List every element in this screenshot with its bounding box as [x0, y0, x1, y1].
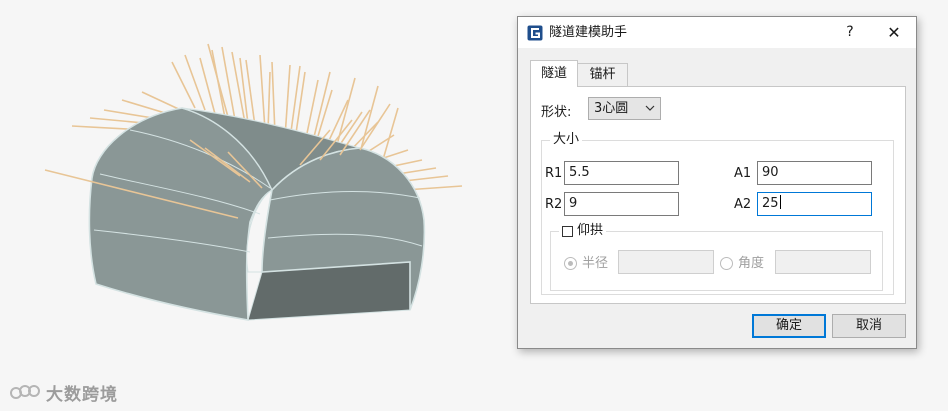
rock-bolt — [271, 61, 276, 135]
r1-label: R1 — [545, 166, 563, 181]
r2-value: 9 — [569, 196, 578, 211]
angle-input[interactable] — [775, 250, 871, 274]
rock-bolt — [267, 71, 271, 132]
radius-radio-dot — [568, 261, 573, 266]
tab-rock-bolt[interactable]: 锚杆 — [578, 63, 628, 87]
rock-bolt — [334, 77, 356, 153]
invert-arch-groupbox: 仰拱 半径 角度 — [550, 223, 883, 291]
r2-input[interactable]: 9 — [564, 192, 679, 216]
dialog-titlebar[interactable]: 隧道建模助手 ? ✕ — [518, 17, 916, 48]
a2-input[interactable]: 25 — [757, 192, 872, 216]
close-button[interactable]: ✕ — [872, 17, 916, 48]
watermark: 大数跨境 — [8, 380, 118, 405]
radius-radio[interactable] — [564, 257, 577, 270]
watermark-text: 大数跨境 — [46, 385, 118, 405]
r1-input[interactable]: 5.5 — [564, 161, 679, 185]
invert-arch-label: 仰拱 — [577, 223, 604, 238]
shape-dropdown[interactable]: 3心圆 — [588, 97, 661, 120]
size-groupbox: 大小 R1 5.5 A1 90 R2 9 A2 25 仰拱 半径 角度 — [541, 132, 894, 295]
a1-label: A1 — [734, 166, 752, 181]
app-logo-icon — [527, 25, 543, 41]
invert-arch-checkbox[interactable] — [562, 225, 573, 237]
text-caret — [779, 195, 781, 209]
a2-label: A2 — [734, 197, 752, 212]
r2-label: R2 — [545, 197, 563, 212]
a1-value: 90 — [762, 165, 779, 180]
help-button[interactable]: ? — [832, 17, 868, 48]
dialog-title: 隧道建模助手 — [549, 25, 628, 40]
angle-radio[interactable] — [720, 257, 733, 270]
shape-label: 形状: — [541, 105, 572, 120]
rock-bolt — [289, 65, 301, 140]
rock-bolt — [294, 71, 306, 141]
tunnel-modeling-dialog: 隧道建模助手 ? ✕ 隧道 锚杆 形状: 3心圆 大小 R1 5.5 A1 90… — [517, 16, 917, 349]
radius-label: 半径 — [582, 256, 609, 271]
chevron-down-icon — [645, 105, 655, 111]
rock-bolt — [171, 61, 196, 109]
rock-bolt — [284, 64, 291, 138]
tab-tunnel[interactable]: 隧道 — [530, 60, 578, 87]
rock-bolt — [199, 57, 216, 115]
ok-button[interactable]: 确定 — [752, 314, 826, 338]
radius-input[interactable] — [618, 250, 714, 274]
tunnel-tab-panel: 形状: 3心圆 大小 R1 5.5 A1 90 R2 9 A2 25 仰拱 半径… — [530, 86, 906, 304]
rock-bolt — [207, 43, 229, 118]
size-group-legend: 大小 — [550, 132, 583, 148]
rock-bolt — [359, 103, 391, 151]
cancel-button[interactable]: 取消 — [832, 314, 906, 338]
shape-selected-value: 3心圆 — [594, 101, 629, 116]
watermark-logo-icon — [10, 384, 40, 399]
a1-input[interactable]: 90 — [757, 161, 872, 185]
rock-bolt — [259, 54, 266, 131]
angle-label: 角度 — [738, 256, 765, 271]
invert-arch-legend: 仰拱 — [559, 223, 607, 239]
a2-value: 25 — [762, 196, 779, 211]
r1-value: 5.5 — [569, 165, 590, 180]
